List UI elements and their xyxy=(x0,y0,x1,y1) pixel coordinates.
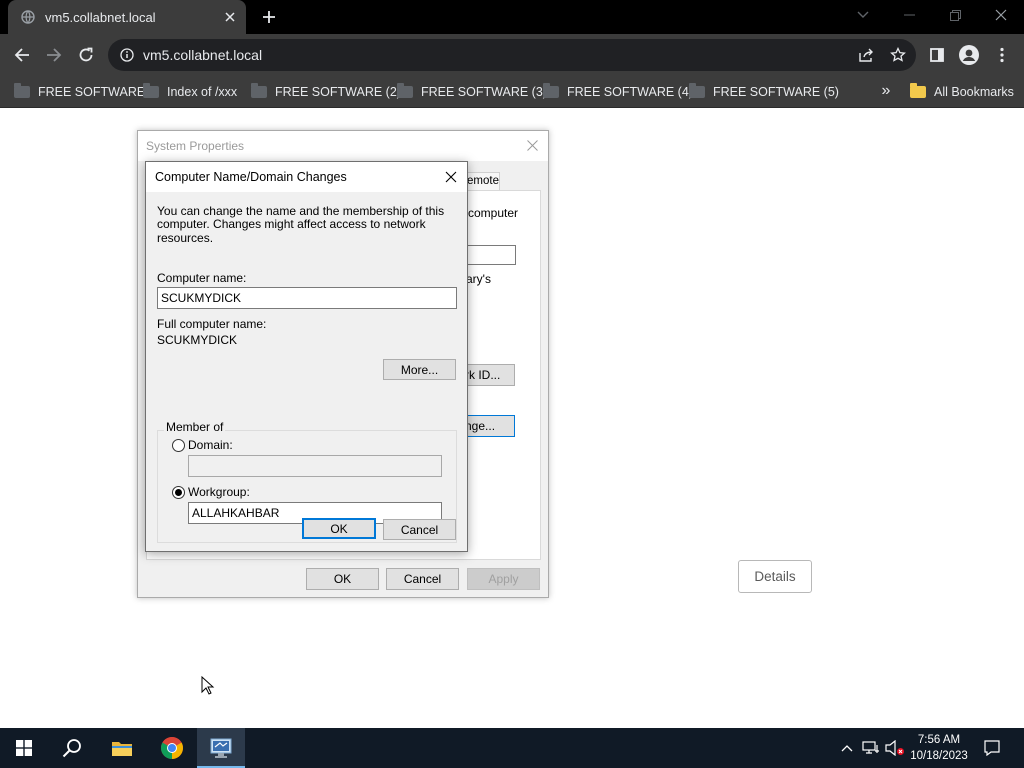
workgroup-radio[interactable] xyxy=(172,486,185,499)
tab-search-icon[interactable] xyxy=(840,0,886,30)
network-icon[interactable] xyxy=(860,728,882,768)
chrome-icon[interactable] xyxy=(148,728,196,768)
all-bookmarks-button[interactable]: All Bookmarks xyxy=(910,81,1014,103)
back-icon[interactable] xyxy=(8,41,36,69)
new-tab-button[interactable] xyxy=(258,6,280,28)
cancel-button[interactable]: Cancel xyxy=(386,568,459,590)
menu-kebab-icon[interactable] xyxy=(988,41,1016,69)
bookmark-label: FREE SOFTWARE (4) xyxy=(567,85,693,99)
apply-button[interactable]: Apply xyxy=(467,568,540,590)
mouse-cursor-icon xyxy=(201,676,215,695)
bookmark-label: Index of /xxx xyxy=(167,85,238,99)
bookmark-folder[interactable]: Index of /xxx xyxy=(143,81,237,103)
remote-desktop-icon[interactable] xyxy=(197,728,245,768)
volume-muted-icon[interactable] xyxy=(884,728,906,768)
folder-icon xyxy=(143,83,159,98)
full-computer-name-label: Full computer name: xyxy=(157,317,267,331)
address-bar[interactable]: vm5.collabnet.local xyxy=(108,39,916,71)
bookmarks-overflow-button[interactable]: » xyxy=(876,80,896,102)
intro-text-line-2: computer. Changes might affect access to… xyxy=(157,217,426,245)
bookmark-folder[interactable]: FREE SOFTWARE (2) xyxy=(251,81,401,103)
workgroup-label: Workgroup: xyxy=(188,485,250,499)
member-of-label: Member of xyxy=(164,420,226,434)
panel-text: computer xyxy=(468,206,519,220)
search-icon[interactable] xyxy=(48,728,96,768)
folder-icon xyxy=(251,83,267,98)
globe-icon xyxy=(20,9,36,25)
folder-icon xyxy=(14,83,30,98)
close-icon[interactable] xyxy=(524,137,540,153)
reload-icon[interactable] xyxy=(72,41,100,69)
computer-description-field[interactable] xyxy=(464,245,516,265)
tab-remote[interactable]: emote xyxy=(464,172,500,190)
file-explorer-icon[interactable] xyxy=(98,728,146,768)
more-button[interactable]: More... xyxy=(383,359,456,380)
all-bookmarks-label: All Bookmarks xyxy=(934,85,1014,99)
bookmark-folder[interactable]: FREE SOFTWARE (4) xyxy=(543,81,693,103)
show-hidden-icons-icon[interactable] xyxy=(838,728,856,768)
site-info-icon[interactable] xyxy=(119,47,135,63)
close-tab-icon[interactable] xyxy=(220,7,240,27)
details-button[interactable]: Details xyxy=(738,560,812,593)
bookmarks-bar: FREE SOFTWARE Index of /xxx FREE SOFTWAR… xyxy=(0,76,1024,108)
restore-icon[interactable] xyxy=(932,0,978,30)
domain-input[interactable] xyxy=(188,455,442,477)
domain-label: Domain: xyxy=(188,438,233,452)
windows-start-icon[interactable] xyxy=(0,728,48,768)
bookmark-label: FREE SOFTWARE (2) xyxy=(275,85,401,99)
bookmark-label: FREE SOFTWARE (5) xyxy=(713,85,839,99)
dialog-titlebar[interactable]: Computer Name/Domain Changes xyxy=(146,162,467,192)
browser-tabstrip: vm5.collabnet.local xyxy=(0,0,1024,34)
close-icon[interactable] xyxy=(441,167,461,187)
bookmark-star-icon[interactable] xyxy=(888,45,908,65)
windows-taskbar: 7:56 AM 10/18/2023 xyxy=(0,728,1024,768)
profile-avatar-icon[interactable] xyxy=(955,41,983,69)
browser-tab[interactable]: vm5.collabnet.local xyxy=(8,0,246,34)
bookmark-folder[interactable]: FREE SOFTWARE xyxy=(14,81,145,103)
dialog-title: Computer Name/Domain Changes xyxy=(155,170,347,184)
computer-name-label: Computer name: xyxy=(157,271,247,285)
window-title: System Properties xyxy=(146,139,245,153)
bookmark-label: FREE SOFTWARE xyxy=(38,85,146,99)
full-computer-name-value: SCUKMYDICK xyxy=(157,333,238,347)
share-icon[interactable] xyxy=(856,45,876,65)
folder-icon xyxy=(543,83,559,98)
bookmark-folder[interactable]: FREE SOFTWARE (3) xyxy=(397,81,547,103)
bookmark-label: FREE SOFTWARE (3) xyxy=(421,85,547,99)
folder-icon xyxy=(910,83,926,98)
panel-text: ary's xyxy=(466,272,491,286)
browser-toolbar: vm5.collabnet.local xyxy=(0,34,1024,76)
ok-button[interactable]: OK xyxy=(306,568,379,590)
computer-name-dialog: Computer Name/Domain Changes You can cha… xyxy=(145,161,468,552)
forward-icon[interactable] xyxy=(40,41,68,69)
action-center-icon[interactable] xyxy=(978,728,1006,768)
folder-icon xyxy=(397,83,413,98)
tab-title: vm5.collabnet.local xyxy=(45,9,156,25)
url-text: vm5.collabnet.local xyxy=(143,47,263,63)
ok-button[interactable]: OK xyxy=(302,518,376,539)
folder-icon xyxy=(689,83,705,98)
computer-name-input[interactable]: SCUKMYDICK xyxy=(157,287,457,309)
clock-date: 10/18/2023 xyxy=(910,750,968,762)
system-properties-titlebar[interactable]: System Properties xyxy=(138,131,548,161)
cancel-button[interactable]: Cancel xyxy=(383,519,456,540)
close-window-icon[interactable] xyxy=(978,0,1024,30)
clock-time: 7:56 AM xyxy=(917,734,961,746)
domain-radio[interactable] xyxy=(172,439,185,452)
side-panel-icon[interactable] xyxy=(923,41,951,69)
minimize-icon[interactable] xyxy=(886,0,932,30)
taskbar-clock[interactable]: 7:56 AM 10/18/2023 xyxy=(906,732,972,764)
network-id-button[interactable]: rk ID... xyxy=(464,364,515,386)
bookmark-folder[interactable]: FREE SOFTWARE (5) xyxy=(689,81,839,103)
dialog-body: You can change the name and the membersh… xyxy=(146,192,467,547)
change-button[interactable]: nge... xyxy=(464,415,515,437)
